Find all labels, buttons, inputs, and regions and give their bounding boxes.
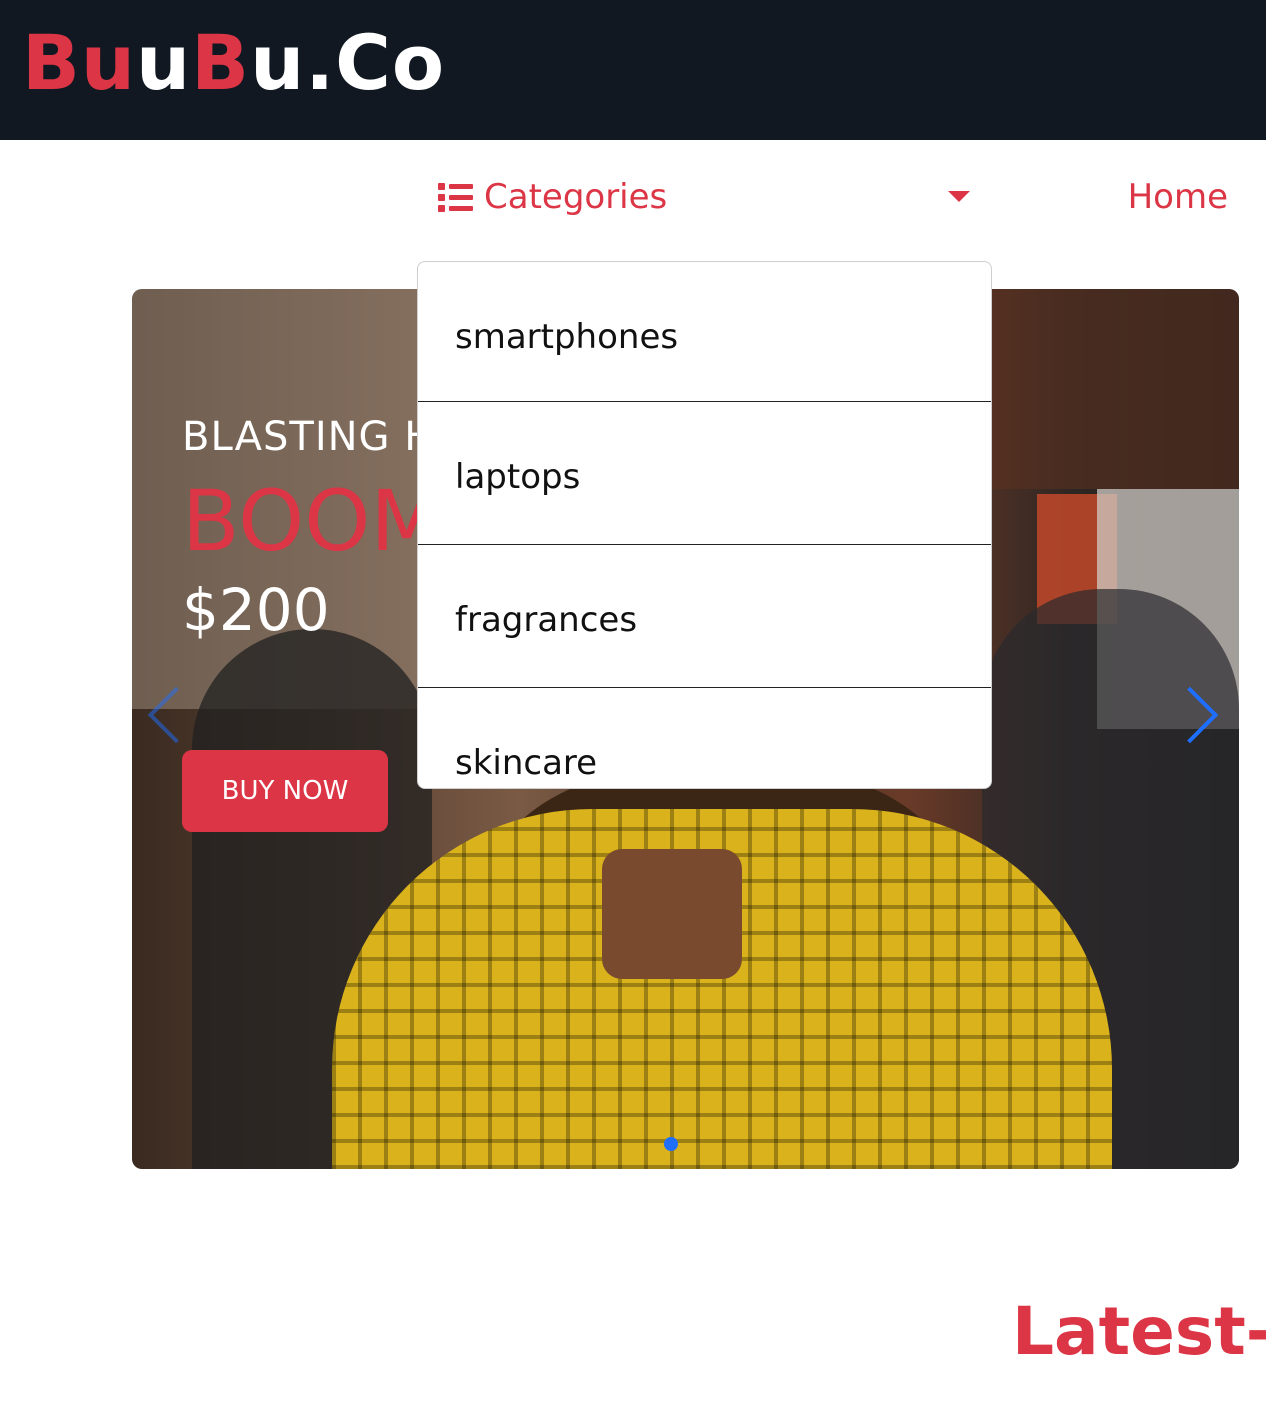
categories-toggle[interactable]: Categories (438, 172, 667, 222)
dropdown-item-laptops[interactable]: laptops (418, 402, 991, 545)
dropdown-item-fragrances[interactable]: fragrances (418, 545, 991, 688)
categories-dropdown: smartphones laptops fragrances skincare (417, 261, 992, 789)
buy-now-button[interactable]: BUY NOW (182, 750, 388, 832)
brand-logo[interactable]: BuuBu.Co (22, 18, 445, 108)
categories-label: Categories (484, 177, 668, 217)
home-link[interactable]: Home (1128, 172, 1228, 222)
slide-subtitle: BLASTING H (182, 414, 436, 460)
caret-down-icon[interactable] (948, 191, 970, 202)
top-header: BuuBu.Co (0, 0, 1266, 140)
section-heading: Latest- (1012, 1293, 1266, 1370)
logo-part-3: B (191, 18, 251, 107)
slide-price: $200 (182, 576, 330, 644)
logo-part-4: u.Co (250, 18, 446, 107)
dropdown-item-skincare[interactable]: skincare (418, 688, 991, 788)
slide-title: BOOM (182, 472, 443, 570)
carousel-indicator[interactable] (664, 1137, 678, 1151)
dropdown-item-smartphones[interactable]: smartphones (418, 262, 991, 402)
logo-part-1: Bu (22, 18, 137, 107)
logo-part-2: u (136, 18, 192, 107)
list-icon (438, 182, 474, 212)
